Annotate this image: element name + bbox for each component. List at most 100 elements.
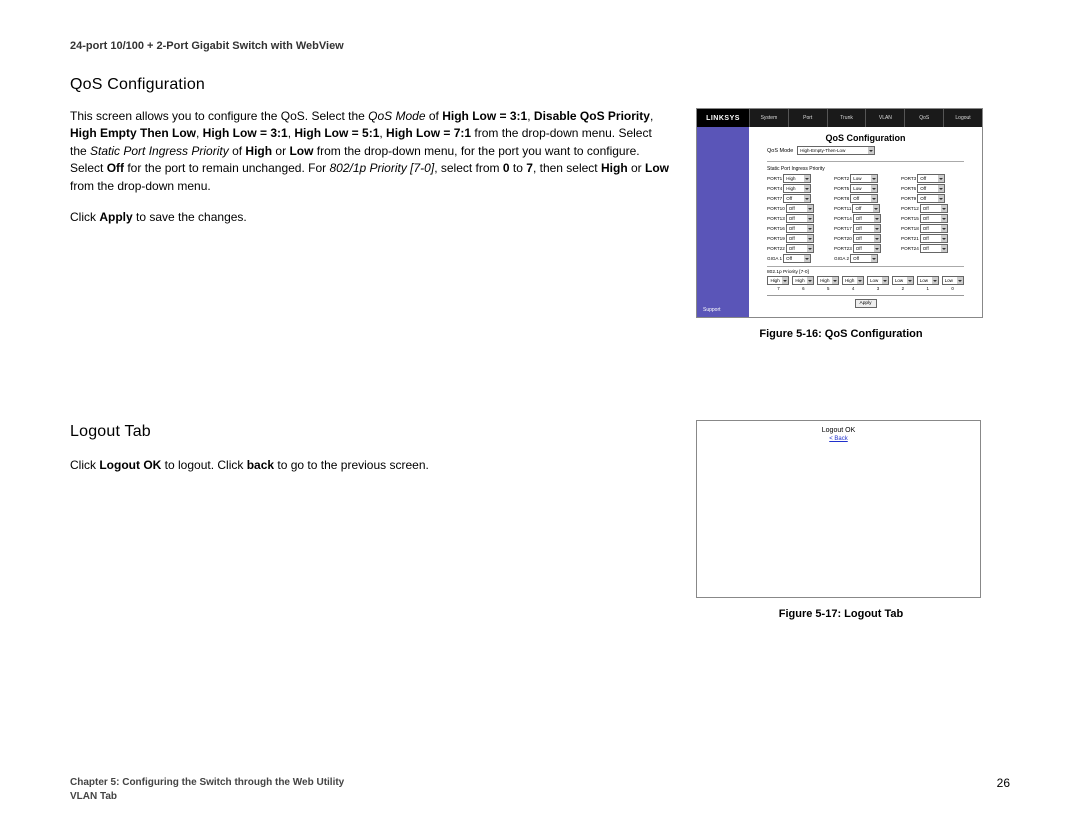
priority-index: 6 bbox=[802, 286, 804, 291]
priority-index: 5 bbox=[827, 286, 829, 291]
port-priority-dropdown[interactable]: Off bbox=[853, 214, 881, 223]
port-priority-dropdown[interactable]: Off bbox=[920, 214, 948, 223]
qos-paragraph: This screen allows you to configure the … bbox=[70, 108, 670, 195]
port-priority-dropdown[interactable]: Off bbox=[786, 214, 814, 223]
port-priority-dropdown[interactable]: Off bbox=[786, 234, 814, 243]
nav-tab-logout[interactable]: Logout bbox=[943, 109, 982, 127]
port-priority-dropdown[interactable]: High bbox=[783, 174, 811, 183]
section-heading-logout: Logout Tab bbox=[70, 420, 670, 443]
port-label: PORT6 bbox=[901, 186, 916, 191]
port-row: PORT12Off bbox=[901, 204, 964, 213]
port-priority-dropdown[interactable]: Off bbox=[853, 234, 881, 243]
qos-panel-title: QoS Configuration bbox=[767, 133, 964, 143]
port-row: GIGA 1Off bbox=[767, 254, 830, 263]
port-label: PORT5 bbox=[834, 186, 849, 191]
priority-cell: High6 bbox=[792, 276, 815, 291]
priority-dropdown[interactable]: Low bbox=[942, 276, 964, 285]
qos-mode-label: QoS Mode bbox=[767, 148, 793, 154]
port-label: PORT23 bbox=[834, 246, 852, 251]
port-label: PORT4 bbox=[767, 186, 782, 191]
priority-index: 2 bbox=[902, 286, 904, 291]
port-row: PORT13Off bbox=[767, 214, 830, 223]
port-row: PORT11Off bbox=[834, 204, 897, 213]
ingress-label: Static Port Ingress Priority bbox=[767, 166, 964, 172]
port-label: PORT22 bbox=[767, 246, 785, 251]
port-row: PORT2Low bbox=[834, 174, 897, 183]
port-label: PORT21 bbox=[901, 236, 919, 241]
port-priority-dropdown[interactable]: Off bbox=[853, 244, 881, 253]
port-row: PORT15Off bbox=[901, 214, 964, 223]
port-priority-dropdown[interactable]: High bbox=[783, 184, 811, 193]
port-row: PORT8Off bbox=[834, 194, 897, 203]
nav-tab-system[interactable]: System bbox=[749, 109, 788, 127]
port-priority-dropdown[interactable]: Off bbox=[783, 254, 811, 263]
port-priority-dropdown[interactable]: Off bbox=[917, 194, 945, 203]
port-label: PORT11 bbox=[834, 206, 851, 211]
footer-chapter: Chapter 5: Configuring the Switch throug… bbox=[70, 776, 344, 790]
document-header: 24-port 10/100 + 2-Port Gigabit Switch w… bbox=[70, 40, 1010, 52]
priority-dropdown[interactable]: High bbox=[767, 276, 789, 285]
priority-dropdown[interactable]: Low bbox=[867, 276, 889, 285]
port-priority-dropdown[interactable]: Off bbox=[786, 204, 814, 213]
port-priority-dropdown[interactable]: Off bbox=[783, 194, 811, 203]
port-priority-dropdown[interactable]: Off bbox=[786, 224, 814, 233]
priority-cell: Low1 bbox=[916, 276, 939, 291]
nav-tab-port[interactable]: Port bbox=[788, 109, 827, 127]
page-footer: Chapter 5: Configuring the Switch throug… bbox=[70, 776, 1010, 804]
port-priority-dropdown[interactable]: Off bbox=[917, 184, 945, 193]
port-priority-dropdown[interactable]: Off bbox=[852, 204, 880, 213]
priority-dropdown[interactable]: High bbox=[792, 276, 814, 285]
logout-paragraph: Click Logout OK to logout. Click back to… bbox=[70, 457, 670, 474]
apply-button[interactable]: Apply bbox=[855, 299, 877, 308]
qos-text-column: This screen allows you to configure the … bbox=[70, 108, 670, 340]
port-priority-dropdown[interactable]: Off bbox=[853, 224, 881, 233]
port-label: PORT15 bbox=[901, 216, 919, 221]
qos-mode-dropdown[interactable]: High-Empty-Then-Low bbox=[797, 146, 875, 155]
priority-dropdown[interactable]: High bbox=[842, 276, 864, 285]
figure-caption-logout: Figure 5-17: Logout Tab bbox=[696, 608, 986, 620]
priority-cell: High5 bbox=[817, 276, 840, 291]
priority-index: 1 bbox=[926, 286, 928, 291]
priority-index: 0 bbox=[951, 286, 953, 291]
nav-tab-trunk[interactable]: Trunk bbox=[827, 109, 866, 127]
qos-mode-row: QoS Mode High-Empty-Then-Low bbox=[767, 146, 964, 155]
port-priority-dropdown[interactable]: Off bbox=[786, 244, 814, 253]
port-priority-dropdown[interactable]: Off bbox=[850, 194, 878, 203]
port-priority-dropdown[interactable]: Low bbox=[850, 174, 878, 183]
port-priority-dropdown[interactable]: Low bbox=[850, 184, 878, 193]
page-number: 26 bbox=[997, 776, 1010, 804]
port-priority-dropdown[interactable]: Off bbox=[920, 234, 948, 243]
footer-sub: VLAN Tab bbox=[70, 790, 344, 804]
port-priority-dropdown[interactable]: Off bbox=[920, 224, 948, 233]
priority-index: 4 bbox=[852, 286, 854, 291]
click-apply-paragraph: Click Apply to save the changes. bbox=[70, 209, 670, 226]
port-row: PORT14Off bbox=[834, 214, 897, 223]
priority-dropdown[interactable]: Low bbox=[917, 276, 939, 285]
port-row: PORT18Off bbox=[901, 224, 964, 233]
port-label: PORT9 bbox=[901, 196, 916, 201]
port-row: PORT5Low bbox=[834, 184, 897, 193]
nav-tab-qos[interactable]: QoS bbox=[904, 109, 943, 127]
port-priority-dropdown[interactable]: Off bbox=[920, 244, 948, 253]
priority-cell: Low0 bbox=[941, 276, 964, 291]
sidebar: Support bbox=[697, 127, 749, 317]
port-label: PORT8 bbox=[834, 196, 849, 201]
priority-index: 3 bbox=[877, 286, 879, 291]
priority-dropdown[interactable]: Low bbox=[892, 276, 914, 285]
back-link[interactable]: < Back bbox=[829, 436, 848, 442]
priority-dropdown[interactable]: High bbox=[817, 276, 839, 285]
port-row: PORT7Off bbox=[767, 194, 830, 203]
priority-cell: Low3 bbox=[867, 276, 890, 291]
support-link[interactable]: Support bbox=[703, 307, 721, 313]
port-priority-dropdown[interactable]: Off bbox=[920, 204, 948, 213]
port-row: PORT3Off bbox=[901, 174, 964, 183]
port-label: PORT19 bbox=[767, 236, 785, 241]
port-priority-dropdown[interactable]: Off bbox=[850, 254, 878, 263]
port-row: PORT23Off bbox=[834, 244, 897, 253]
port-label: PORT24 bbox=[901, 246, 919, 251]
port-row: PORT20Off bbox=[834, 234, 897, 243]
nav-tab-vlan[interactable]: VLAN bbox=[865, 109, 904, 127]
priority-index: 7 bbox=[777, 286, 779, 291]
port-row: PORT24Off bbox=[901, 244, 964, 253]
port-priority-dropdown[interactable]: Off bbox=[917, 174, 945, 183]
